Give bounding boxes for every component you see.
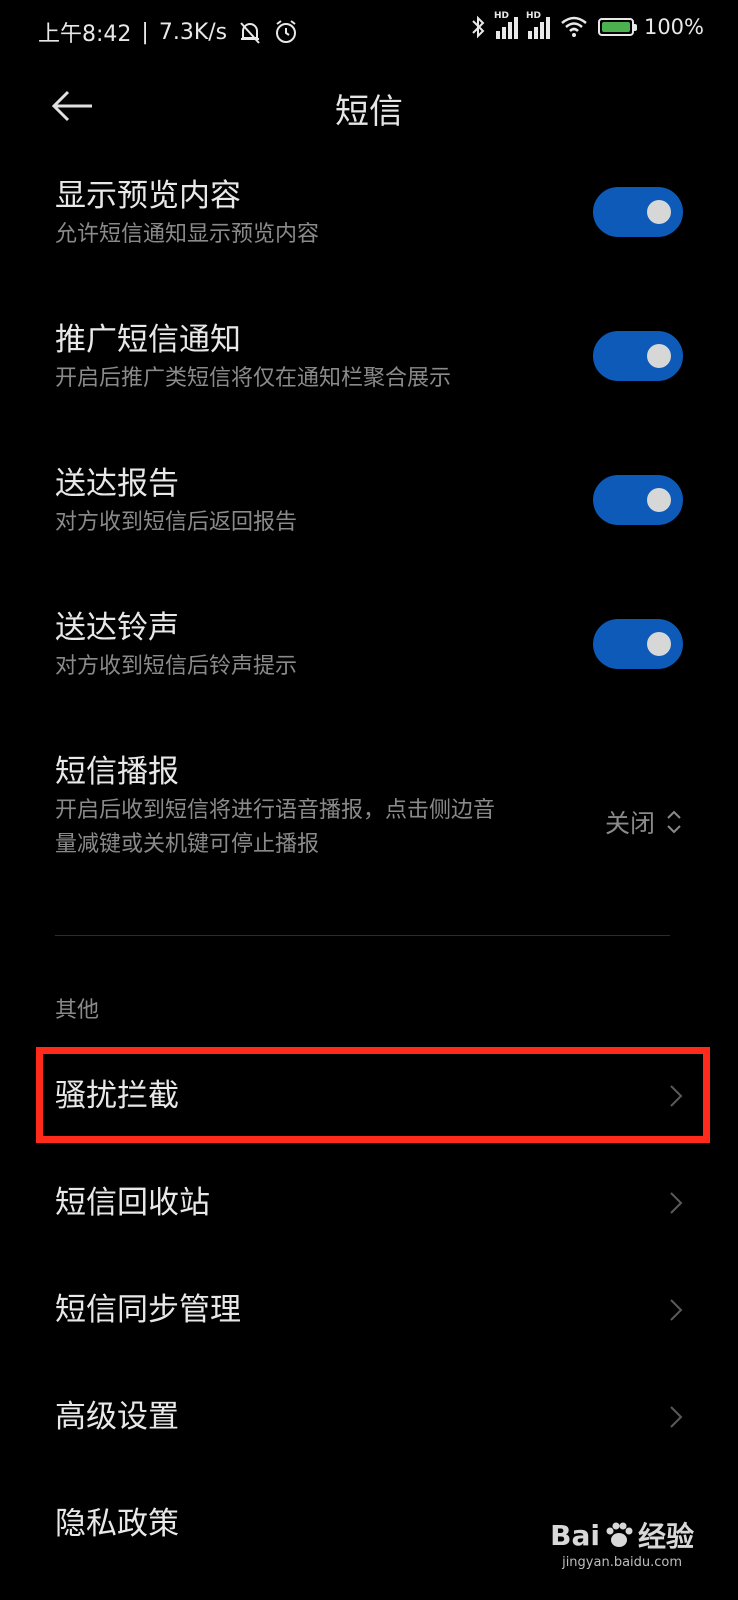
page-title: 短信 [335,92,403,132]
battery-icon [597,18,637,36]
toggle-knob [647,344,671,368]
battery-percent: 100% [643,15,704,39]
bluetooth-icon [472,15,485,39]
show-preview-toggle[interactable] [593,187,683,237]
setting-subtitle: 允许短信通知显示预览内容 [55,222,320,247]
delivery-ringtone-toggle[interactable] [593,619,683,669]
chevron-right-icon [670,1406,683,1428]
signal-1-icon: HD [494,11,518,39]
toggle-knob [647,200,671,224]
divider [55,935,670,936]
link-label: 高级设置 [55,1399,179,1435]
setting-delivery-report[interactable]: 送达报告 对方收到短信后返回报告 [55,464,683,540]
setting-subtitle-line1: 开启后收到短信将进行语音播报，点击侧边音 [55,798,496,823]
setting-title: 推广短信通知 [55,322,241,358]
status-bar: 上午8:42 | 7.3K/s HD HD 100% [0,0,738,62]
network-speed: 7.3K/s [158,19,228,45]
link-label: 短信回收站 [55,1185,210,1221]
watermark-url: jingyan.baidu.com [562,1555,683,1570]
chevron-right-icon [670,1192,683,1214]
highlight-box [36,1047,710,1143]
toggle-knob [647,632,671,656]
setting-promo-notification[interactable]: 推广短信通知 开启后推广类短信将仅在通知栏聚合展示 [55,320,683,396]
link-label: 短信同步管理 [55,1292,241,1328]
separator: | [141,19,149,45]
clock: 上午8:42 [38,22,132,47]
link-recycle-bin[interactable]: 短信回收站 [55,1173,683,1233]
delivery-report-toggle[interactable] [593,475,683,525]
status-left: 上午8:42 | 7.3K/s [38,16,299,48]
wifi-icon [561,16,587,37]
broadcast-value: 关闭 [604,809,655,838]
link-advanced-settings[interactable]: 高级设置 [55,1387,683,1447]
setting-subtitle: 对方收到短信后铃声提示 [55,654,298,679]
promo-notification-toggle[interactable] [593,331,683,381]
up-down-chevron-icon [667,810,681,834]
setting-subtitle-line2: 量减键或关机键可停止播报 [55,832,320,857]
broadcast-value-select[interactable]: 关闭 [605,804,683,840]
baidu-watermark: Bai 经验 jingyan.baidu.com [550,1515,694,1571]
status-right: HD HD 100% [470,11,704,40]
chevron-right-icon [670,1299,683,1321]
baidu-logo: Bai 经验 [550,1518,694,1554]
paw-icon [606,1522,633,1547]
setting-show-preview[interactable]: 显示预览内容 允许短信通知显示预览内容 [55,176,683,252]
setting-subtitle: 开启后推广类短信将仅在通知栏聚合展示 [55,366,452,391]
toggle-knob [647,488,671,512]
setting-subtitle: 对方收到短信后返回报告 [55,510,298,535]
setting-sms-broadcast[interactable]: 短信播报 开启后收到短信将进行语音播报，点击侧边音 量减键或关机键可停止播报 关… [55,752,683,862]
setting-title: 短信播报 [55,754,179,790]
section-header-other: 其他 [55,998,100,1023]
link-sync-management[interactable]: 短信同步管理 [55,1280,683,1340]
setting-delivery-ringtone[interactable]: 送达铃声 对方收到短信后铃声提示 [55,608,683,684]
alarm-icon [276,20,297,43]
setting-title: 送达报告 [55,466,179,502]
mute-notification-icon [240,22,260,44]
signal-2-icon: HD [526,11,550,39]
setting-title: 送达铃声 [55,610,179,646]
app-header: 短信 [0,78,738,134]
setting-title: 显示预览内容 [55,178,241,214]
